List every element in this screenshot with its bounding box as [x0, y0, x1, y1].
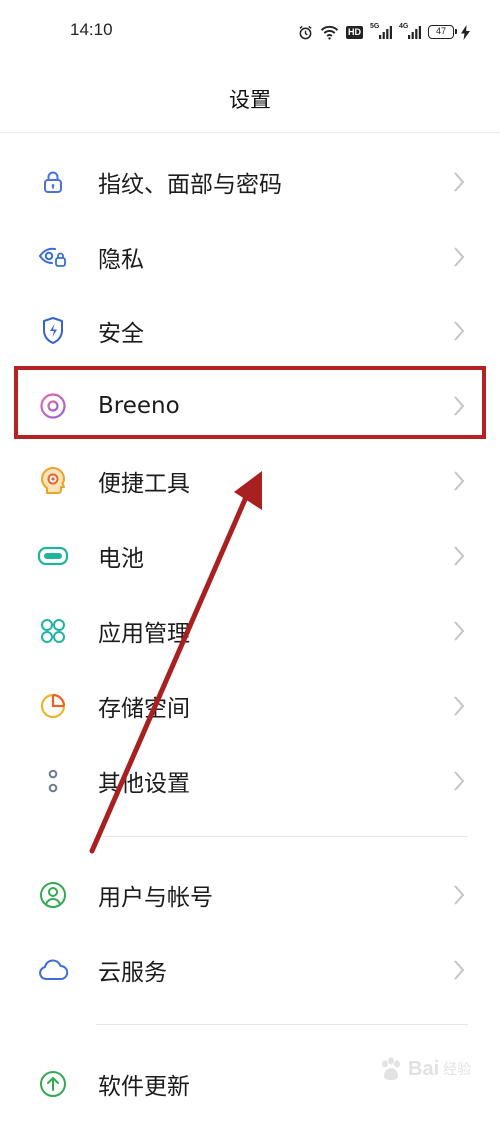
settings-item-cloud-service[interactable]: 云服务: [0, 932, 500, 1007]
chevron-right-icon: [454, 620, 465, 641]
cloud-icon: [37, 954, 69, 986]
settings-item-battery[interactable]: 电池: [0, 518, 500, 593]
settings-item-storage[interactable]: 存储空间: [0, 668, 500, 743]
settings-item-other-settings[interactable]: 其他设置: [0, 743, 500, 818]
charging-icon: [461, 24, 470, 40]
settings-item-label: 安全: [98, 320, 144, 347]
paw-icon: [382, 1057, 400, 1080]
settings-item-label: 存储空间: [98, 695, 190, 722]
storage-pie-icon: [37, 690, 69, 722]
app-management-icon: [37, 615, 69, 647]
page-title: 设置: [229, 88, 271, 112]
battery-setting-icon: [37, 540, 69, 572]
chevron-right-icon: [454, 695, 465, 716]
hd-icon: HD: [346, 25, 363, 39]
settings-item-label: 指纹、面部与密码: [98, 171, 282, 198]
settings-item-users-accounts[interactable]: 用户与帐号: [0, 857, 500, 932]
settings-item-label: 电池: [98, 545, 144, 572]
annotation-highlight-box: [14, 366, 486, 439]
signal-4g-icon: 4G: [399, 23, 421, 41]
settings-item-label: 便捷工具: [98, 470, 190, 497]
settings-item-label: 应用管理: [98, 620, 190, 647]
chevron-right-icon: [454, 545, 465, 566]
chevron-right-icon: [454, 959, 465, 980]
settings-item-label: 软件更新: [98, 1073, 190, 1100]
settings-item-app-management[interactable]: 应用管理: [0, 593, 500, 668]
settings-item-fingerprint-face-password[interactable]: 指纹、面部与密码: [0, 144, 500, 219]
settings-item-label: 用户与帐号: [98, 884, 213, 911]
group-divider: [96, 836, 468, 837]
settings-item-shortcut-tools[interactable]: 便捷工具: [0, 443, 500, 518]
shield-icon: [37, 315, 69, 347]
alarm-icon: [299, 25, 312, 39]
settings-item-label: 隐私: [98, 246, 144, 273]
chevron-right-icon: [454, 770, 465, 791]
lock-icon: [37, 166, 69, 198]
chevron-right-icon: [454, 171, 465, 192]
signal-5g-icon: 5G: [370, 23, 392, 41]
settings-item-privacy[interactable]: 隐私: [0, 219, 500, 294]
status-bar: 14:10 HD 5G 4G 47: [0, 0, 500, 64]
more-dots-icon: [37, 765, 69, 797]
user-account-icon: [37, 879, 69, 911]
settings-item-label: 其他设置: [98, 770, 190, 797]
group-divider: [96, 1024, 468, 1025]
settings-item-security[interactable]: 安全: [0, 293, 500, 368]
chevron-right-icon: [454, 470, 465, 491]
update-arrow-icon: [37, 1068, 69, 1100]
watermark: Bai 经验: [378, 1056, 471, 1082]
status-icons: HD 5G 4G 47: [298, 22, 470, 42]
settings-item-label: 云服务: [98, 959, 167, 986]
chevron-right-icon: [454, 320, 465, 341]
header-divider: [0, 132, 500, 133]
watermark-brand: Bai: [408, 1057, 440, 1080]
wifi-icon: [320, 25, 339, 40]
chevron-right-icon: [454, 884, 465, 905]
shortcut-tools-icon: [37, 465, 69, 497]
status-time: 14:10: [70, 20, 113, 39]
chevron-right-icon: [454, 246, 465, 267]
battery-icon: 47: [428, 25, 457, 39]
watermark-suffix: 经验: [443, 1062, 472, 1078]
privacy-eye-icon: [37, 241, 69, 273]
